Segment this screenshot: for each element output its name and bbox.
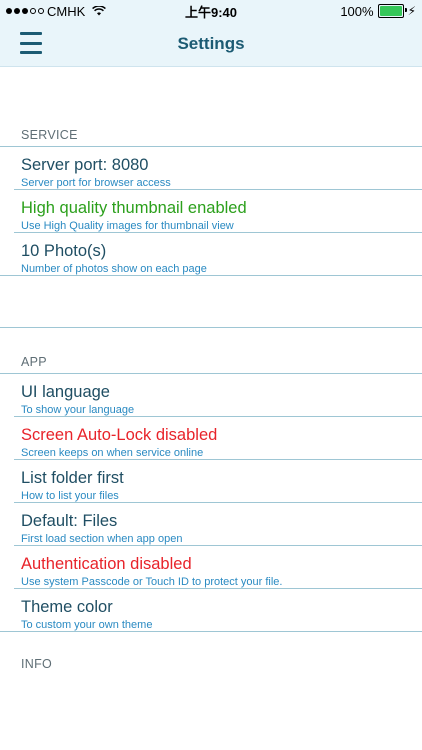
navigation-bar: Settings <box>0 22 422 67</box>
setting-title: List folder first <box>21 469 124 487</box>
battery-percent: 100% <box>340 3 374 19</box>
setting-title: Screen Auto-Lock disabled <box>21 426 218 444</box>
setting-server-port[interactable]: Server port: 8080 Server port for browse… <box>0 147 422 189</box>
setting-authentication[interactable]: Authentication disabled Use system Passc… <box>0 546 422 588</box>
setting-screen-auto-lock[interactable]: Screen Auto-Lock disabled Screen keeps o… <box>0 417 422 459</box>
setting-title: UI language <box>21 383 110 401</box>
charging-icon: ⚡ <box>407 4 416 18</box>
setting-title: High quality thumbnail enabled <box>21 199 247 217</box>
battery-icon <box>377 4 407 18</box>
menu-icon[interactable] <box>20 32 42 54</box>
status-left: CMHK <box>6 3 107 19</box>
status-bar: CMHK 上午9:40 100% ⚡ <box>0 0 422 22</box>
setting-title: Server port: 8080 <box>21 156 149 174</box>
setting-default-section[interactable]: Default: Files First load section when a… <box>0 503 422 545</box>
setting-high-quality-thumbnail[interactable]: High quality thumbnail enabled Use High … <box>0 190 422 232</box>
page-title: Settings <box>177 34 245 53</box>
setting-theme-color[interactable]: Theme color To custom your own theme <box>0 589 422 631</box>
section-header-app: APP <box>21 354 47 369</box>
setting-title: Theme color <box>21 598 113 616</box>
signal-icon <box>6 8 44 14</box>
carrier-label: CMHK <box>47 3 86 19</box>
setting-title: Default: Files <box>21 512 118 530</box>
setting-title: 10 Photo(s) <box>21 242 107 260</box>
section-header-info: INFO <box>21 656 53 671</box>
setting-photos-per-page[interactable]: 10 Photo(s) Number of photos show on eac… <box>0 233 422 275</box>
setting-title: Authentication disabled <box>21 555 192 573</box>
setting-list-folder-first[interactable]: List folder first How to list your files <box>0 460 422 502</box>
setting-ui-language[interactable]: UI language To show your language <box>0 374 422 416</box>
status-right: 100% ⚡ <box>340 4 416 19</box>
section-header-service: SERVICE <box>21 127 78 142</box>
wifi-icon <box>92 6 107 16</box>
settings-list: SERVICE Server port: 8080 Server port fo… <box>0 67 422 675</box>
